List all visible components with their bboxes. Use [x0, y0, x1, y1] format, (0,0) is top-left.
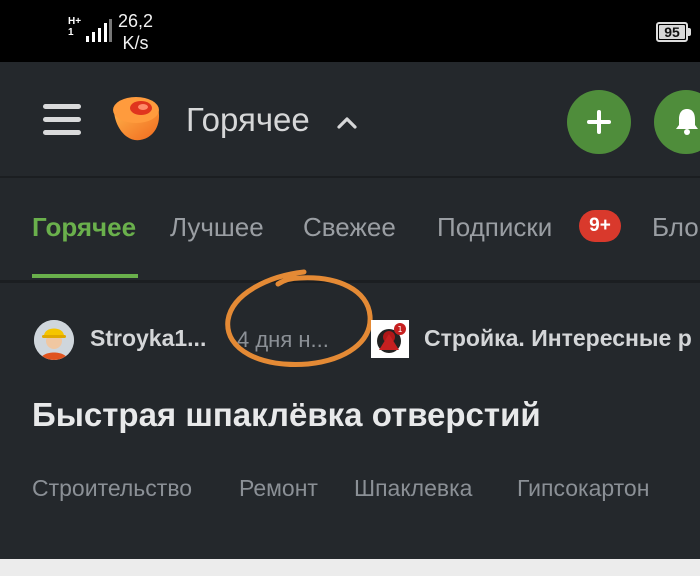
post-card[interactable]: Stroyka1... 4 дня н... 1 Стройка. Интере…: [0, 269, 700, 559]
plus-icon: [587, 110, 611, 134]
battery-icon: 95: [656, 22, 688, 42]
tab-best[interactable]: Лучшее: [170, 211, 264, 243]
bell-icon: [676, 109, 698, 135]
feed-title[interactable]: Горячее: [186, 100, 310, 140]
tab-hot[interactable]: Горячее: [32, 211, 136, 243]
network-speed: 26,2 K/s: [118, 11, 154, 53]
pikabu-logo[interactable]: [108, 90, 164, 146]
next-post-edge: [0, 559, 700, 576]
subscriptions-badge: 9+: [579, 210, 621, 242]
tab-fresh[interactable]: Свежее: [303, 211, 396, 243]
battery-level: 95: [664, 24, 680, 40]
annotation-circle: [225, 269, 373, 368]
active-tab-indicator: [32, 274, 138, 278]
post-tag[interactable]: Строительство: [32, 473, 192, 503]
status-bar: H+ 1 26,2 K/s 95: [0, 0, 700, 62]
author-avatar[interactable]: [34, 320, 74, 360]
tab-blogs[interactable]: Бло: [652, 211, 699, 243]
add-post-button[interactable]: [567, 90, 631, 154]
post-tag[interactable]: Ремонт: [239, 473, 318, 503]
hamburger-icon[interactable]: [43, 102, 81, 136]
post-community[interactable]: Стройка. Интересные р: [424, 324, 692, 352]
post-tag[interactable]: Шпаклевка: [354, 473, 472, 503]
post-author[interactable]: Stroyka1...: [90, 324, 206, 352]
chevron-up-icon[interactable]: [336, 114, 358, 130]
notifications-button[interactable]: [654, 90, 700, 154]
post-tag[interactable]: Гипсокартон: [517, 473, 649, 503]
tab-subscriptions[interactable]: Подписки: [437, 211, 552, 243]
app-header: Горячее: [0, 62, 700, 177]
network-type: H+ 1: [68, 16, 82, 38]
post-title[interactable]: Быстрая шпаклёвка отверстий: [32, 395, 541, 435]
community-avatar[interactable]: 1: [371, 320, 409, 358]
signal-icon: [86, 19, 112, 42]
svg-text:1: 1: [397, 325, 402, 334]
